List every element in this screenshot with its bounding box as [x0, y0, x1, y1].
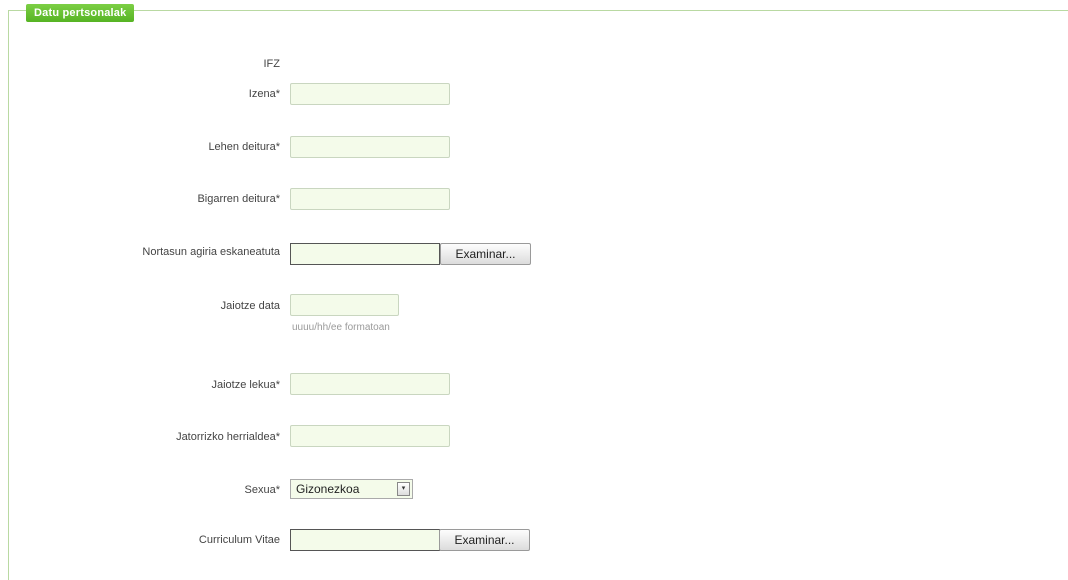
jaiotze-lekua-input[interactable] [290, 373, 450, 395]
section-legend: Datu pertsonalak [26, 4, 135, 22]
lehen-deitura-label: Lehen deitura* [208, 141, 280, 153]
date-format-hint: uuuu/hh/ee formatoan [292, 322, 390, 333]
jatorrizko-herrialdea-input[interactable] [290, 425, 450, 447]
nortasun-agiria-label: Nortasun agiria eskaneatuta [142, 246, 280, 258]
sexua-selected-value: Gizonezkoa [296, 482, 360, 496]
jaiotze-lekua-label: Jaiotze lekua* [211, 379, 281, 391]
jaiotze-data-label: Jaiotze data [220, 300, 280, 312]
jaiotze-data-input[interactable] [290, 294, 399, 316]
sexua-select[interactable]: Gizonezkoa ▾ [290, 479, 413, 499]
cv-browse-button[interactable]: Examinar... [439, 529, 530, 551]
bigarren-deitura-input[interactable] [290, 188, 450, 210]
ifz-label: IFZ [263, 58, 281, 70]
jatorrizko-herrialdea-label: Jatorrizko herrialdea* [176, 431, 280, 443]
lehen-deitura-input[interactable] [290, 136, 450, 158]
izena-label: Izena* [248, 88, 280, 100]
izena-input[interactable] [290, 83, 450, 105]
sexua-label: Sexua* [244, 484, 280, 496]
chevron-down-icon[interactable]: ▾ [397, 482, 410, 496]
nortasun-agiria-file-input[interactable] [290, 243, 440, 265]
cv-file-input[interactable] [290, 529, 440, 551]
cv-label: Curriculum Vitae [198, 534, 280, 546]
bigarren-deitura-label: Bigarren deitura* [197, 193, 280, 205]
nortasun-agiria-browse-button[interactable]: Examinar... [440, 243, 531, 265]
